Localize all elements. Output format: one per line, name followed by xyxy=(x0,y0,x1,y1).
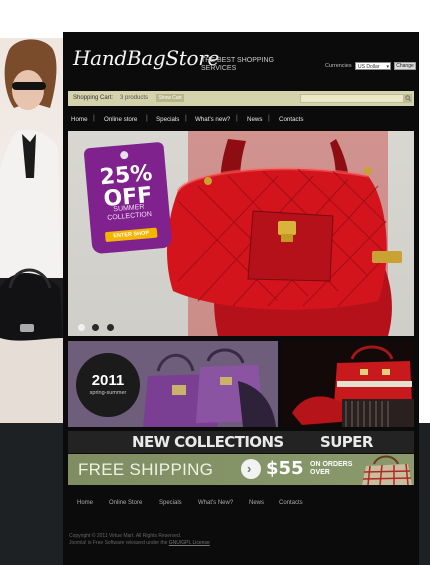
nav-specials[interactable]: Specials xyxy=(156,116,179,123)
search-input[interactable] xyxy=(300,94,404,103)
change-currency-button[interactable]: Change xyxy=(394,62,416,70)
currency-label: Currencies xyxy=(325,63,352,69)
show-cart-button[interactable]: Show Cart xyxy=(156,94,184,102)
store-logo[interactable]: HandBagStore xyxy=(73,46,219,70)
cart-label: Shopping Cart: xyxy=(73,95,114,101)
plaid-bag-image xyxy=(362,455,412,485)
footer-nav-whats-new[interactable]: What's New? xyxy=(198,500,233,506)
search-icon xyxy=(405,95,411,102)
currency-select[interactable]: US Dollar ▾ xyxy=(355,62,391,70)
slider-dot-1[interactable] xyxy=(78,324,85,331)
page-container: HandBagStore THE BEST SHOPPING SERVICES … xyxy=(63,32,419,565)
nav-contacts[interactable]: Contacts xyxy=(279,116,303,123)
footer-nav-contacts[interactable]: Contacts xyxy=(279,500,303,506)
joomla-line: Joomla! is Free Software released under … xyxy=(69,540,168,546)
footer-nav-specials[interactable]: Specials xyxy=(159,500,182,506)
season-text: spring-summer xyxy=(89,390,127,396)
year-text: 2011 xyxy=(91,372,125,389)
red-bag-shoes-image xyxy=(282,341,414,427)
spring-summer-promo[interactable]: 2011 spring-summer xyxy=(68,341,278,427)
license-link[interactable]: GNU/GPL License xyxy=(169,540,210,546)
slider-dots xyxy=(78,318,117,336)
discount-badge[interactable]: 25% OFF SUMMER COLLECTION ENTER SHOP xyxy=(83,141,173,255)
nav-separator: | xyxy=(185,115,187,122)
super-sale-promo[interactable] xyxy=(282,341,414,427)
chevron-down-icon: ▾ xyxy=(386,64,389,70)
arrow-right-icon: › xyxy=(241,459,261,479)
nav-online-store[interactable]: Online store xyxy=(104,116,137,123)
currency-value: US Dollar xyxy=(358,64,380,70)
free-shipping-text: FREE SHIPPING xyxy=(78,460,214,479)
hero-slider[interactable]: 25% OFF SUMMER COLLECTION ENTER SHOP xyxy=(68,131,414,336)
min-order-price: $55 xyxy=(266,458,304,479)
slider-dot-3[interactable] xyxy=(106,324,114,331)
nav-separator: | xyxy=(268,115,270,122)
nav-separator: | xyxy=(93,115,95,122)
footer-nav-news[interactable]: News xyxy=(249,500,264,506)
year-badge: 2011 spring-summer xyxy=(76,353,140,417)
on-orders-text: ON ORDERS OVER xyxy=(310,461,353,476)
model-photo xyxy=(0,38,64,423)
footer-nav-home[interactable]: Home xyxy=(77,500,93,506)
nav-separator: | xyxy=(236,115,238,122)
header: HandBagStore THE BEST SHOPPING SERVICES … xyxy=(63,32,419,88)
collections-banner: NEW COLLECTIONS SUPER SALE xyxy=(68,431,414,469)
cart-bar: Shopping Cart: 3 products Show Cart xyxy=(68,91,414,106)
footer-nav-online-store[interactable]: Online Store xyxy=(109,500,142,506)
nav-separator: | xyxy=(146,115,148,122)
nav-news[interactable]: News xyxy=(247,116,262,123)
cart-count: 3 products xyxy=(120,95,149,101)
main-nav: Home | Online store | Specials | What's … xyxy=(63,111,419,129)
footer-nav: Home Online Store Specials What's New? N… xyxy=(63,500,419,512)
copyright: Copyright © 2011 Virtue Mart. All Rights… xyxy=(69,533,210,547)
tagline: THE BEST SHOPPING SERVICES xyxy=(201,57,274,72)
copyright-line: Copyright © 2011 Virtue Mart. All Rights… xyxy=(69,533,182,539)
nav-whats-new[interactable]: What's new? xyxy=(195,116,230,123)
free-shipping-banner[interactable]: FREE SHIPPING › $55 ON ORDERS OVER xyxy=(68,454,414,485)
new-collections-link[interactable]: NEW COLLECTIONS xyxy=(132,433,284,451)
slider-dot-2[interactable] xyxy=(92,324,100,331)
search-button[interactable] xyxy=(404,94,412,103)
nav-home[interactable]: Home xyxy=(71,116,88,123)
